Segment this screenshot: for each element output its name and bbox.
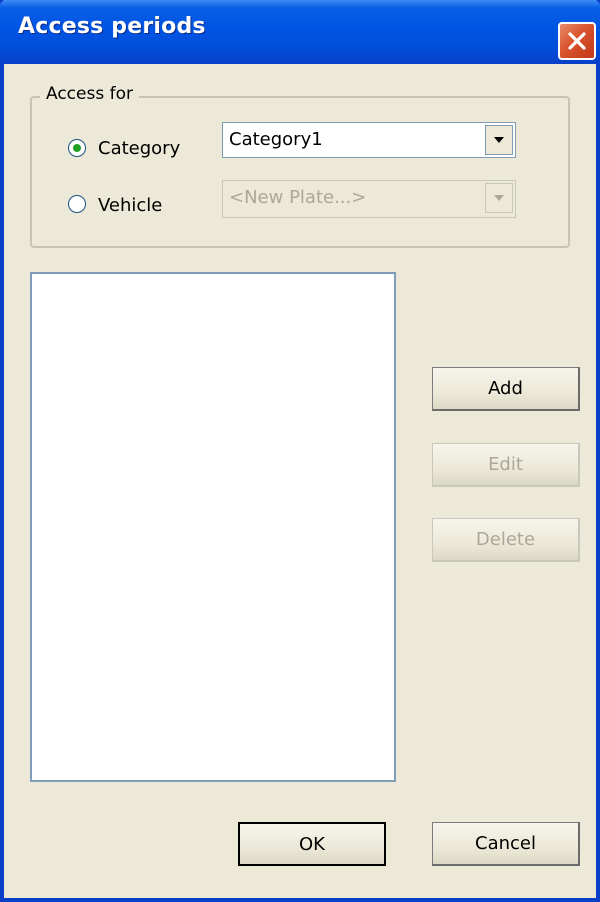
cancel-button[interactable]: Cancel: [432, 822, 580, 866]
delete-button: Delete: [432, 518, 580, 562]
add-button[interactable]: Add: [432, 367, 580, 411]
vehicle-select-value: <New Plate...>: [229, 187, 367, 208]
edit-button: Edit: [432, 443, 580, 487]
category-select[interactable]: Category1: [222, 122, 516, 158]
vehicle-dropdown-button: [485, 183, 513, 213]
vehicle-select: <New Plate...>: [222, 180, 516, 218]
chevron-down-icon: [494, 137, 504, 143]
category-radio-label[interactable]: Category: [98, 138, 180, 159]
category-radio[interactable]: [68, 139, 86, 157]
title-bar[interactable]: Access periods: [0, 0, 600, 64]
access-for-legend: Access for: [40, 84, 139, 104]
chevron-down-icon: [494, 195, 504, 201]
vehicle-radio-label[interactable]: Vehicle: [98, 195, 162, 216]
access-periods-list[interactable]: [30, 272, 396, 782]
close-icon: [568, 32, 586, 50]
close-button[interactable]: [558, 22, 596, 60]
category-dropdown-button[interactable]: [485, 125, 513, 155]
vehicle-radio[interactable]: [68, 195, 86, 213]
ok-button[interactable]: OK: [238, 822, 386, 866]
radio-selected-dot: [73, 144, 81, 152]
access-for-group: [30, 96, 570, 248]
window-title: Access periods: [18, 14, 206, 39]
category-select-value: Category1: [229, 129, 323, 150]
